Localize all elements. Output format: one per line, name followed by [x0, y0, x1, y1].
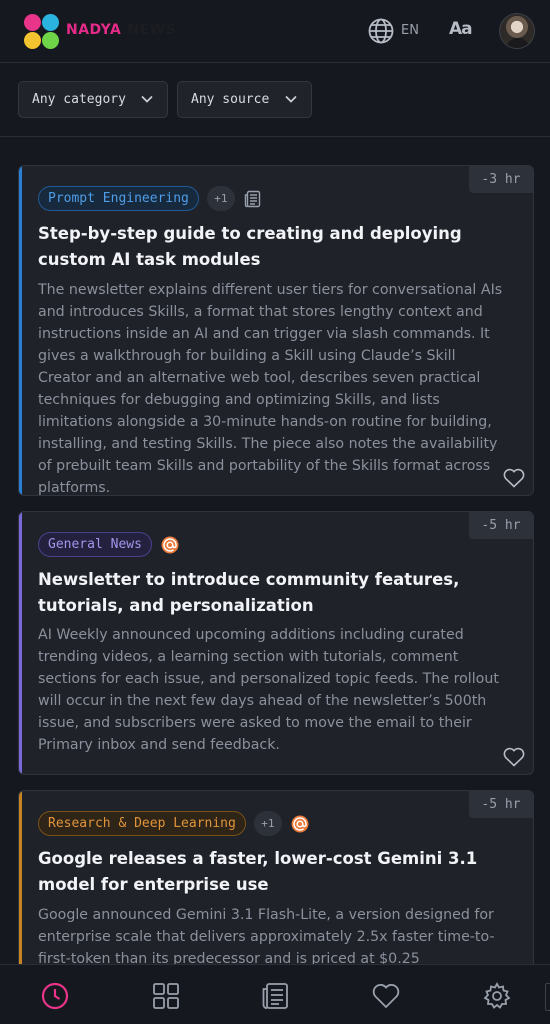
favorite-heart-icon[interactable] — [503, 747, 525, 767]
side-panel-handle[interactable] — [545, 983, 550, 1011]
card-summary: The newsletter explains different user t… — [38, 282, 503, 496]
card-title[interactable]: Newsletter to introduce community featur… — [38, 567, 509, 619]
card-time: -5 hr — [469, 791, 533, 818]
brand-primary: NADYA — [66, 22, 122, 38]
chevron-down-icon — [141, 95, 153, 103]
bottom-nav — [0, 964, 550, 1024]
card-tag-row: Research & Deep Learning +1 — [38, 811, 310, 836]
category-tag[interactable]: Prompt Engineering — [38, 186, 199, 211]
category-dropdown[interactable]: Any category — [18, 81, 168, 118]
email-at-icon — [290, 814, 310, 834]
card-summary: Google announced Gemini 3.1 Flash-Lite, … — [38, 907, 495, 967]
more-tags-badge[interactable]: +1 — [206, 186, 235, 211]
nadya-logo[interactable] — [24, 14, 62, 52]
news-card[interactable]: -5 hr Research & Deep Learning +1 Google… — [18, 790, 534, 990]
filter-bar: Any category Any source — [0, 64, 550, 137]
card-title[interactable]: Step-by-step guide to creating and deplo… — [38, 221, 509, 273]
card-accent-bar — [19, 791, 22, 989]
app-header: NADYA.NEWS EN Aa — [0, 0, 550, 63]
news-card[interactable]: -5 hr General News Newsletter to introdu… — [18, 511, 534, 775]
source-dropdown-label: Any source — [191, 92, 270, 107]
grid-icon[interactable] — [152, 982, 180, 1010]
card-time: -3 hr — [469, 166, 533, 193]
text-size-icon[interactable]: Aa — [449, 19, 473, 39]
card-accent-bar — [19, 512, 22, 774]
clock-icon[interactable] — [41, 982, 69, 1010]
globe-icon[interactable] — [367, 17, 395, 45]
brand-name[interactable]: NADYA.NEWS — [66, 22, 176, 38]
card-accent-bar — [19, 166, 22, 495]
category-tag[interactable]: Research & Deep Learning — [38, 811, 246, 836]
avatar[interactable] — [499, 13, 535, 49]
card-summary: AI Weekly announced upcoming additions i… — [38, 627, 499, 753]
card-tag-row: Prompt Engineering +1 — [38, 186, 263, 211]
card-title[interactable]: Google releases a faster, lower-cost Gem… — [38, 846, 509, 898]
gear-icon[interactable] — [483, 982, 511, 1010]
source-dropdown[interactable]: Any source — [177, 81, 312, 118]
category-dropdown-label: Any category — [32, 92, 126, 107]
favorite-heart-icon[interactable] — [503, 468, 525, 488]
email-at-icon — [160, 535, 180, 555]
category-tag[interactable]: General News — [38, 532, 152, 557]
chevron-down-icon — [285, 95, 297, 103]
card-time: -5 hr — [469, 512, 533, 539]
news-card[interactable]: -3 hr Prompt Engineering +1 Step-by-step… — [18, 165, 534, 496]
newspaper-icon — [243, 189, 263, 209]
newspaper-icon[interactable] — [261, 982, 289, 1010]
brand-secondary: .NEWS — [121, 22, 177, 38]
card-tag-row: General News — [38, 532, 180, 557]
more-tags-badge[interactable]: +1 — [253, 811, 282, 836]
heart-icon[interactable] — [372, 982, 400, 1010]
language-label[interactable]: EN — [401, 23, 419, 38]
